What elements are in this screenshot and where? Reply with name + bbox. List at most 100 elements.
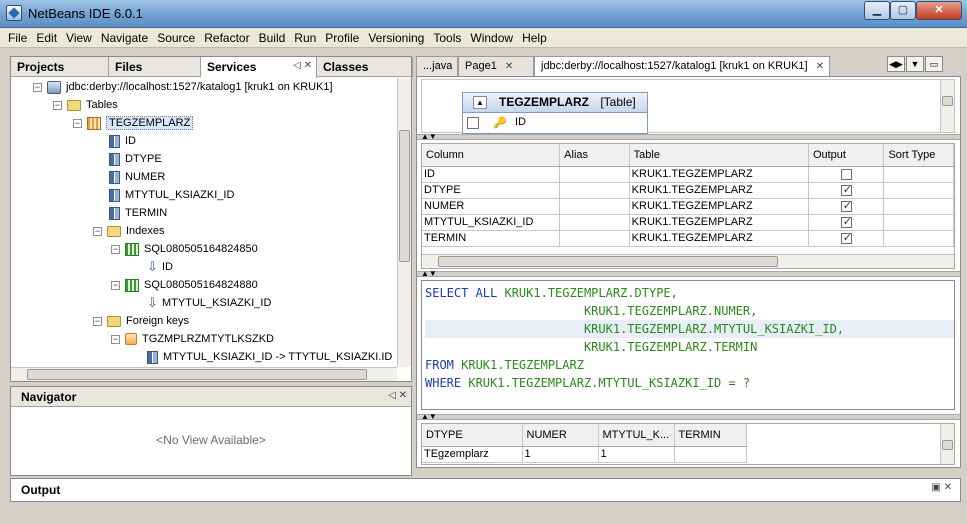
tab-files[interactable]: Files — [109, 57, 201, 77]
tree-node-column-termin[interactable]: TERMIN — [109, 204, 167, 222]
cell-column[interactable]: DTYPE — [422, 182, 561, 199]
splitter-arrows-icon[interactable]: ▲▼ — [421, 412, 437, 421]
tree-node-connection[interactable]: − jdbc:derby://localhost:1527/katalog1 [k… — [33, 78, 333, 96]
menu-source[interactable]: Source — [157, 31, 195, 45]
menu-file[interactable]: File — [8, 31, 27, 45]
tree-node-column-id[interactable]: ID — [109, 132, 136, 150]
scrollbar-thumb[interactable] — [438, 256, 778, 267]
cell-sort[interactable] — [883, 166, 954, 183]
scroll-tabs-left-icon[interactable]: ◀▶ — [887, 56, 905, 72]
cell-table[interactable]: KRUK1.TEGZEMPLARZ — [629, 166, 809, 183]
table-entity-box[interactable]: ▲ TEGZEMPLARZ [Table] 🔑 ID — [462, 92, 648, 134]
tree-node-index-2-column[interactable]: MTYTUL_KSIAZKI_ID — [147, 294, 271, 312]
cell-alias[interactable] — [559, 230, 630, 247]
cell-sort[interactable] — [883, 214, 954, 231]
maximize-editor-icon[interactable]: ▭ — [925, 56, 943, 72]
menu-window[interactable]: Window — [470, 31, 513, 45]
cell-column[interactable]: ID — [422, 166, 561, 183]
output-checkbox[interactable] — [840, 183, 852, 196]
cell-alias[interactable] — [559, 166, 630, 183]
cell-sort[interactable] — [883, 198, 954, 215]
close-icon[interactable]: ✕ — [816, 61, 824, 72]
entity-column-row[interactable]: 🔑 ID — [463, 113, 647, 133]
tree-node-foreign-key[interactable]: − TGZMPLRZMTYTLKSZKD — [111, 330, 274, 348]
cell-alias[interactable] — [559, 198, 630, 215]
output-checkbox[interactable] — [840, 199, 852, 212]
cell-column[interactable]: TERMIN — [422, 230, 561, 247]
tree-node-column-mtytul[interactable]: MTYTUL_KSIAZKI_ID — [109, 186, 234, 204]
tab-classes[interactable]: Classes — [317, 57, 413, 77]
scrollbar-thumb[interactable] — [399, 130, 410, 262]
menu-versioning[interactable]: Versioning — [368, 31, 424, 45]
collapse-icon[interactable]: − — [53, 100, 62, 110]
collapse-icon[interactable]: − — [111, 280, 120, 290]
results-cell[interactable]: 1 — [522, 446, 599, 463]
close-button[interactable]: ✕ — [916, 1, 962, 20]
cell-table[interactable]: KRUK1.TEGZEMPLARZ — [629, 198, 809, 215]
tree-vertical-scrollbar[interactable] — [397, 78, 411, 367]
maximize-button[interactable]: ▢ — [890, 1, 916, 20]
tree-node-table-tegzemplarz[interactable]: − TEGZEMPLARZ — [73, 114, 194, 132]
menu-view[interactable]: View — [66, 31, 92, 45]
collapse-icon[interactable]: − — [111, 244, 120, 254]
cell-table[interactable]: KRUK1.TEGZEMPLARZ — [629, 214, 809, 231]
cell-table[interactable]: KRUK1.TEGZEMPLARZ — [629, 230, 809, 247]
criteria-row[interactable]: DTYPE KRUK1.TEGZEMPLARZ — [422, 182, 954, 199]
menu-help[interactable]: Help — [522, 31, 547, 45]
output-checkbox[interactable] — [840, 231, 852, 244]
collapse-icon[interactable]: − — [73, 118, 82, 128]
cell-output[interactable] — [808, 166, 885, 183]
cell-output[interactable] — [808, 214, 885, 231]
menu-navigate[interactable]: Navigate — [101, 31, 148, 45]
pane-splitter[interactable]: ▲▼ — [417, 132, 960, 141]
tree-node-indexes[interactable]: − Indexes — [93, 222, 165, 240]
cell-table[interactable]: KRUK1.TEGZEMPLARZ — [629, 182, 809, 199]
results-cell[interactable]: 1 — [598, 446, 675, 463]
cell-output[interactable] — [808, 198, 885, 215]
cell-column[interactable]: MTYTUL_KSIAZKI_ID — [422, 214, 561, 231]
tree-node-index-1[interactable]: − SQL080505164824850 — [111, 240, 258, 258]
criteria-row[interactable]: NUMER KRUK1.TEGZEMPLARZ — [422, 198, 954, 215]
menu-run[interactable]: Run — [294, 31, 316, 45]
pane-splitter[interactable]: ▲▼ — [417, 412, 960, 421]
output-checkbox[interactable] — [840, 168, 852, 180]
tree-node-foreign-keys[interactable]: − Foreign keys — [93, 312, 189, 330]
menu-profile[interactable]: Profile — [325, 31, 359, 45]
cell-output[interactable] — [808, 230, 885, 247]
results-header-mtytul[interactable]: MTYTUL_K... — [598, 424, 675, 447]
splitter-arrows-icon[interactable]: ▲▼ — [421, 132, 437, 141]
cell-column[interactable]: NUMER — [422, 198, 561, 215]
tree-node-column-numer[interactable]: NUMER — [109, 168, 165, 186]
cell-output[interactable] — [808, 182, 885, 199]
criteria-row[interactable]: TERMIN KRUK1.TEGZEMPLARZ — [422, 230, 954, 247]
collapse-icon[interactable]: − — [93, 226, 102, 236]
output-title[interactable]: Output — [21, 483, 60, 497]
scrollbar-thumb[interactable] — [27, 369, 367, 380]
header-sort-type[interactable]: Sort Type — [883, 144, 954, 167]
results-cell[interactable] — [674, 446, 747, 463]
sql-text-pane[interactable]: SELECT ALL KRUK1.TEGZEMPLARZ.DTYPE, KRUK… — [421, 280, 955, 410]
output-checkbox[interactable] — [840, 215, 852, 228]
header-alias[interactable]: Alias — [559, 144, 630, 167]
results-header-dtype[interactable]: DTYPE — [422, 424, 523, 447]
header-table[interactable]: Table — [629, 144, 809, 167]
tree-horizontal-scrollbar[interactable] — [11, 367, 397, 381]
cell-sort[interactable] — [883, 230, 954, 247]
tree-node-index-2[interactable]: − SQL080505164824880 — [111, 276, 258, 294]
pane-splitter[interactable]: ▲▼ — [417, 269, 960, 278]
close-icon[interactable]: ✕ — [505, 61, 513, 72]
cell-alias[interactable] — [559, 182, 630, 199]
results-header-termin[interactable]: TERMIN — [674, 424, 747, 447]
menu-tools[interactable]: Tools — [433, 31, 461, 45]
collapse-icon[interactable]: − — [111, 334, 120, 344]
tree-node-column-dtype[interactable]: DTYPE — [109, 150, 162, 168]
tab-query-editor[interactable]: jdbc:derby://localhost:1527/katalog1 [kr… — [534, 56, 830, 76]
tree-node-foreign-key-column[interactable]: MTYTUL_KSIAZKI_ID -> TTYTUL_KSIAZKI.ID — [147, 348, 392, 366]
diagram-vertical-scrollbar[interactable] — [940, 80, 954, 132]
tab-services[interactable]: Services ◁ ✕ — [201, 57, 317, 78]
column-checkbox[interactable] — [467, 117, 479, 129]
criteria-horizontal-scrollbar[interactable] — [422, 254, 954, 268]
cell-alias[interactable] — [559, 214, 630, 231]
document-list-icon[interactable]: ▼ — [906, 56, 924, 72]
results-row[interactable]: TEgzemplarz 1 1 — [422, 446, 747, 463]
